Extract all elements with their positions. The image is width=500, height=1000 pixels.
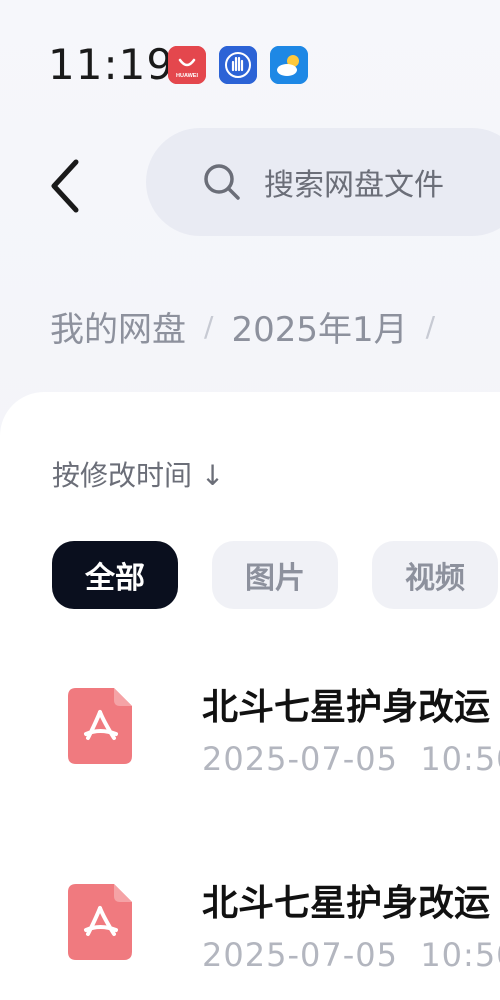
sort-button[interactable]: 按修改时间 ↓ — [52, 454, 224, 494]
file-time: 10:50 — [420, 936, 500, 974]
file-list-item[interactable]: 北斗七星护身改运 2025-07-05 10:50 — [0, 660, 500, 820]
breadcrumb-separator: / — [204, 310, 214, 343]
huawei-appgallery-icon: HUAWEI — [168, 46, 206, 84]
breadcrumb-separator: / — [425, 310, 436, 343]
chevron-left-icon — [51, 159, 79, 213]
hand-icon — [219, 46, 257, 84]
pdf-icon — [68, 688, 132, 764]
arrow-down-icon: ↓ — [200, 459, 225, 492]
filter-chip-all[interactable]: 全部 — [52, 541, 178, 609]
status-time: 11:19 — [48, 40, 175, 89]
sort-label: 按修改时间 — [52, 459, 193, 492]
breadcrumb: 我的网盘 / 2025年1月 / — [50, 302, 453, 351]
filter-chip-videos[interactable]: 视频 — [372, 541, 498, 609]
file-title: 北斗七星护身改运 — [202, 687, 491, 728]
pdf-icon — [68, 884, 132, 960]
search-icon — [204, 164, 240, 200]
search-input[interactable]: 搜索网盘文件 — [146, 128, 500, 236]
file-date: 2025-07-05 — [202, 740, 398, 778]
huawei-label: HUAWEI — [176, 73, 198, 79]
back-button[interactable] — [40, 156, 88, 216]
file-list-item[interactable]: 北斗七星护身改运 2025-07-05 10:50 — [0, 856, 500, 1000]
weather-icon — [270, 46, 308, 84]
screen: 11:19 HUAWEI 搜索网盘文件 我的网盘 / 2025年1月 / 按修改… — [0, 0, 500, 1000]
file-time: 10:50 — [420, 740, 500, 778]
breadcrumb-item-root[interactable]: 我的网盘 — [50, 302, 186, 351]
file-meta: 2025-07-05 10:50 — [202, 740, 500, 778]
filter-chip-images[interactable]: 图片 — [212, 541, 338, 609]
search-placeholder: 搜索网盘文件 — [264, 168, 444, 203]
breadcrumb-item-folder[interactable]: 2025年1月 — [231, 302, 407, 351]
file-title: 北斗七星护身改运 — [202, 883, 491, 924]
status-bar: 11:19 HUAWEI — [0, 0, 500, 100]
file-date: 2025-07-05 — [202, 936, 398, 974]
file-meta: 2025-07-05 10:50 — [202, 936, 500, 974]
